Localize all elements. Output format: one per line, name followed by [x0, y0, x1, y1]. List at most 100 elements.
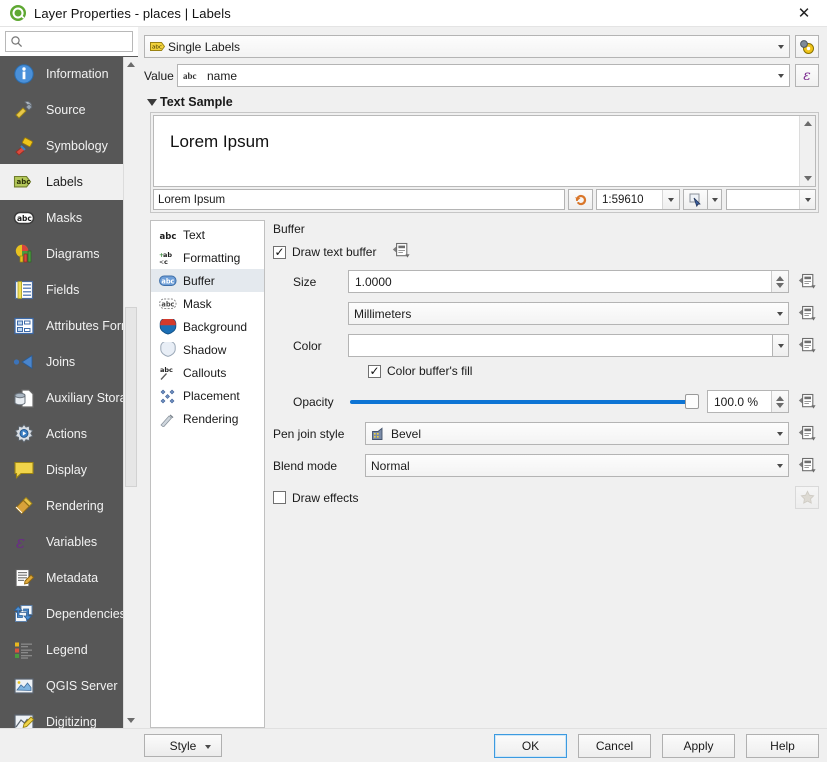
draw-effects-row: Draw effects — [273, 486, 819, 509]
panel-item-background[interactable]: Background — [151, 315, 264, 338]
panel-item-mask[interactable]: abcMask — [151, 292, 264, 315]
opacity-data-defined-override-icon[interactable] — [797, 391, 819, 413]
effects-star-icon[interactable] — [795, 486, 819, 509]
labeling-mode-combo[interactable]: abc Single Labels — [144, 35, 790, 58]
opacity-stepper[interactable] — [771, 391, 788, 412]
panel-item-rendering[interactable]: Rendering — [151, 407, 264, 430]
chevron-down-icon[interactable] — [799, 190, 815, 209]
chevron-down-icon[interactable] — [771, 455, 788, 476]
pen-join-style-data-defined-override-icon[interactable] — [797, 423, 819, 445]
panel-item-placement[interactable]: Placement — [151, 384, 264, 407]
chevron-down-icon[interactable] — [772, 36, 789, 57]
sidebar-item-dependencies[interactable]: Dependencies — [0, 596, 138, 632]
sidebar-item-attributes-form[interactable]: Attributes Form — [0, 308, 138, 344]
sidebar-item-label: Attributes Form — [46, 319, 131, 333]
draw-effects-checkbox[interactable] — [273, 491, 286, 504]
cancel-button[interactable]: Cancel — [578, 734, 651, 758]
panel-item-callouts[interactable]: abcCallouts — [151, 361, 264, 384]
size-data-defined-override-icon[interactable] — [797, 271, 819, 293]
panel-item-text[interactable]: abc Text — [151, 223, 264, 246]
value-field-combo[interactable]: abc name — [177, 64, 790, 87]
search-input[interactable] — [26, 34, 132, 50]
chevron-down-icon[interactable] — [662, 190, 679, 209]
draw-text-buffer-data-defined-override-icon[interactable] — [392, 242, 412, 262]
chevron-down-icon[interactable] — [771, 303, 788, 324]
style-manager-icon[interactable] — [795, 35, 819, 58]
panel-item-buffer[interactable]: abcBuffer — [151, 269, 264, 292]
sidebar-item-display[interactable]: Display — [0, 452, 138, 488]
pen-join-style-combo[interactable]: Bevel — [365, 422, 789, 445]
svg-text:abc: abc — [152, 45, 162, 51]
sidebar-item-digitizing[interactable]: Digitizing — [0, 704, 138, 728]
preview-scroll-down-icon[interactable] — [800, 171, 815, 186]
sidebar-item-labels[interactable]: abcLabels — [0, 164, 138, 200]
sample-text-input[interactable]: Lorem Ipsum — [153, 189, 565, 210]
preview-scrollbar[interactable] — [799, 116, 815, 186]
preview-background-color-combo[interactable] — [726, 189, 816, 210]
sidebar-scrollbar[interactable] — [123, 57, 138, 728]
sidebar-item-variables[interactable]: εVariables — [0, 524, 138, 560]
sidebar-item-diagrams[interactable]: Diagrams — [0, 236, 138, 272]
size-spinbox[interactable]: 1.0000 — [348, 270, 789, 293]
buffer-color-button[interactable] — [348, 334, 789, 357]
color-buffers-fill-checkbox[interactable] — [368, 365, 381, 378]
opacity-spinbox[interactable]: 100.0 % — [707, 390, 789, 413]
draw-text-buffer-checkbox[interactable] — [273, 246, 286, 259]
sidebar-item-source[interactable]: Source — [0, 92, 138, 128]
blend-mode-row: Blend mode Normal — [273, 454, 819, 477]
sidebar-item-legend[interactable]: Legend — [0, 632, 138, 668]
sidebar-item-auxiliary-storage[interactable]: Auxiliary Storage — [0, 380, 138, 416]
auxiliary-storage-icon — [12, 386, 36, 410]
single-labels-icon: abc — [150, 41, 168, 52]
unit-data-defined-override-icon[interactable] — [797, 303, 819, 325]
opacity-slider[interactable] — [348, 390, 699, 413]
preview-scroll-up-icon[interactable] — [800, 116, 815, 131]
chevron-down-icon[interactable] — [772, 65, 789, 86]
size-unit-combo[interactable]: Millimeters — [348, 302, 789, 325]
collapse-triangle-icon[interactable] — [144, 99, 160, 106]
sidebar-item-fields[interactable]: Fields — [0, 272, 138, 308]
size-stepper[interactable] — [771, 271, 788, 292]
apply-button[interactable]: Apply — [662, 734, 735, 758]
sidebar-item-masks[interactable]: abcMasks — [0, 200, 138, 236]
sidebar-item-qgis-server[interactable]: QGIS Server — [0, 668, 138, 704]
panel-item-label: Text — [183, 228, 205, 242]
sidebar-item-rendering[interactable]: Rendering — [0, 488, 138, 524]
revert-icon[interactable] — [568, 189, 593, 210]
ok-button[interactable]: OK — [494, 734, 567, 758]
blend-mode-data-defined-override-icon[interactable] — [797, 455, 819, 477]
map-canvas-picker-icon[interactable] — [683, 189, 708, 210]
sidebar-scroll-thumb[interactable] — [125, 307, 137, 487]
sidebar-item-symbology[interactable]: Symbology — [0, 128, 138, 164]
unit-value: Millimeters — [354, 307, 411, 321]
panel-item-shadow[interactable]: Shadow — [151, 338, 264, 361]
close-icon[interactable]: ✕ — [781, 0, 827, 26]
style-button[interactable]: Style — [144, 734, 222, 757]
color-data-defined-override-icon[interactable] — [797, 335, 819, 357]
chevron-down-icon[interactable] — [205, 745, 211, 749]
scale-combo[interactable]: 1:59610 — [596, 189, 680, 210]
sidebar-item-information[interactable]: Information — [0, 56, 138, 92]
size-value: 1.0000 — [355, 275, 392, 289]
search-box[interactable] — [5, 31, 133, 52]
help-button[interactable]: Help — [746, 734, 819, 758]
text-sample-toolbar: Lorem Ipsum 1:59610 — [153, 189, 816, 210]
sidebar-item-metadata[interactable]: Metadata — [0, 560, 138, 596]
opacity-slider-handle[interactable] — [685, 394, 699, 409]
digitizing-icon — [12, 710, 36, 728]
sidebar-item-actions[interactable]: Actions — [0, 416, 138, 452]
picker-dropdown-icon[interactable] — [708, 189, 722, 210]
expression-epsilon-icon[interactable]: ε — [795, 64, 819, 87]
text-sample-group-header[interactable]: Text Sample — [144, 95, 819, 109]
scroll-down-icon[interactable] — [124, 713, 138, 728]
pen-join-style-label: Pen join style — [273, 427, 365, 441]
panel-item-formatting[interactable]: +ab<cFormatting — [151, 246, 264, 269]
text-icon: abc — [157, 227, 179, 243]
blend-mode-combo[interactable]: Normal — [365, 454, 789, 477]
chevron-down-icon[interactable] — [771, 423, 788, 444]
buffer-color-row: Color — [273, 334, 819, 357]
sidebar-item-joins[interactable]: Joins — [0, 344, 138, 380]
scroll-up-icon[interactable] — [124, 57, 138, 72]
chevron-down-icon[interactable] — [772, 334, 789, 357]
opacity-slider-groove — [350, 400, 697, 404]
